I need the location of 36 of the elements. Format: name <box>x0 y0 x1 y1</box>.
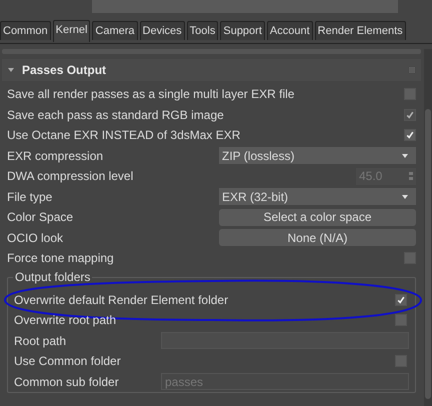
field-label: Use Common folder <box>14 354 122 368</box>
grip-dots-icon[interactable] <box>409 67 415 73</box>
field-label: File type <box>7 190 54 204</box>
tab[interactable]: Devices <box>140 21 185 40</box>
checkbox[interactable] <box>395 314 407 326</box>
field-label: OCIO look <box>7 230 64 245</box>
checkbox[interactable] <box>395 294 407 306</box>
tab[interactable]: Tools <box>186 21 218 40</box>
tab[interactable]: Account <box>266 21 313 40</box>
checkbox[interactable] <box>404 252 416 264</box>
section-title: Passes Output <box>22 63 108 77</box>
collapse-triangle-icon[interactable] <box>8 68 14 72</box>
tab[interactable]: Render Elements <box>314 21 406 40</box>
field-label: Overwrite default Render Element folder <box>14 292 230 307</box>
field-label: EXR compression <box>7 148 104 163</box>
rollout-header[interactable]: Passes Output <box>2 59 421 81</box>
field-label: Color Space <box>7 210 74 224</box>
checkbox[interactable] <box>395 355 407 368</box>
tab[interactable]: Camera <box>92 21 138 40</box>
group-title: Output folders <box>13 270 92 284</box>
field-label: Use Octane EXR INSTEAD of 3dsMax EXR <box>7 128 242 142</box>
field-label: Root path <box>14 334 68 348</box>
select-button[interactable]: Select a color space <box>219 208 416 226</box>
dropdown[interactable]: EXR (32-bit) <box>219 188 416 206</box>
field-label: DWA compression level <box>7 169 134 184</box>
checkbox[interactable] <box>404 129 416 142</box>
field-label: Save all render passes as a single multi layer EXR file <box>7 87 296 102</box>
dropdown[interactable]: ZIP (lossless) <box>219 147 416 164</box>
checkbox[interactable] <box>404 88 416 100</box>
select-button[interactable]: None (N/A) <box>219 229 416 246</box>
field-label: Force tone mapping <box>7 251 115 266</box>
tab[interactable]: Kernel <box>52 20 90 42</box>
tab[interactable]: Common <box>0 21 51 40</box>
field-label: Save each pass as standard RGB image <box>7 108 225 122</box>
tab[interactable]: Support <box>220 21 265 40</box>
field-label: Common sub folder <box>14 374 120 389</box>
